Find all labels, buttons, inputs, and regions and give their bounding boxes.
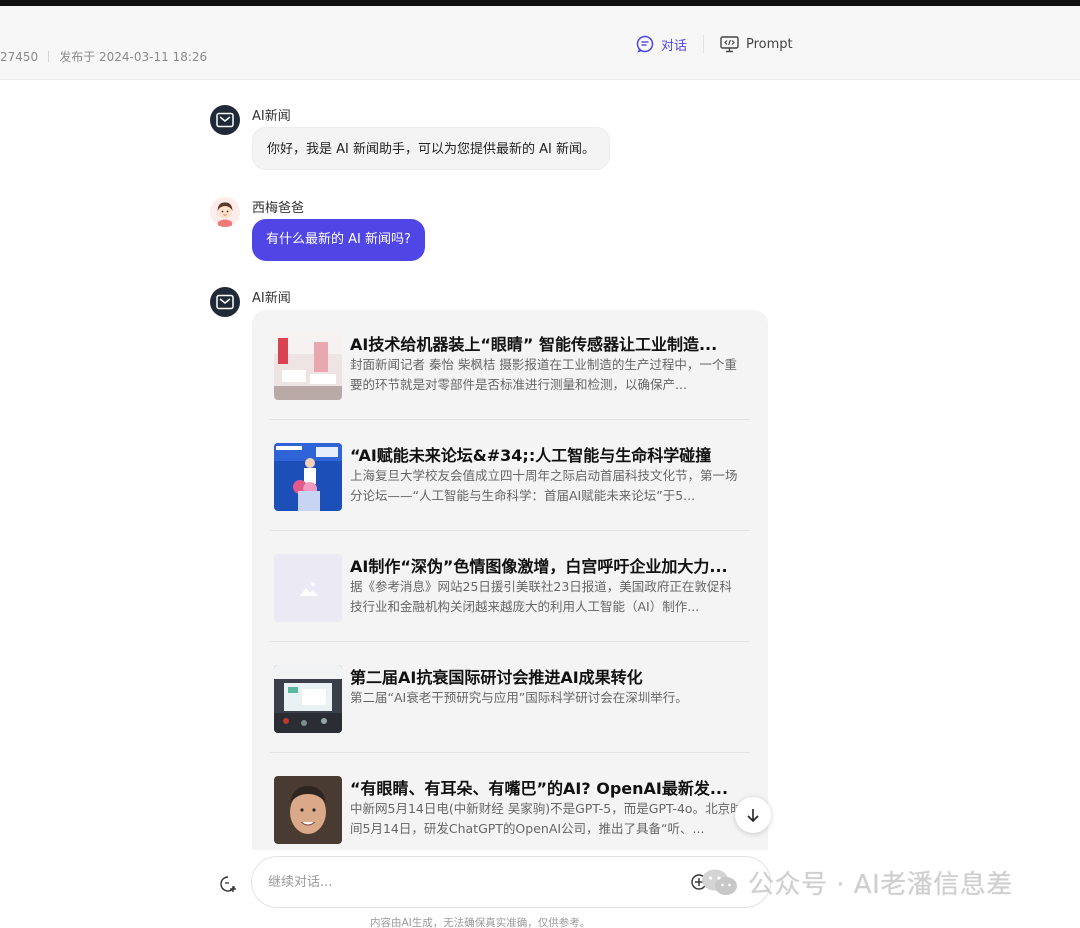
tab-prompt-label: Prompt [746, 36, 793, 52]
news-description: 第二届“AI衰老干预研究与应用”国际科学研讨会在深圳举行。 [350, 690, 688, 705]
person-photo-image [274, 776, 342, 844]
view-tabs: 对话 Prompt [636, 34, 793, 54]
new-chat-icon [220, 876, 236, 892]
chat-icon [636, 35, 654, 53]
watermark: 公众号 · AI老潘信息差 [700, 864, 1013, 901]
post-meta: 27450 发布于 2024-03-11 18:26 [0, 48, 207, 65]
tab-chat[interactable]: 对话 [636, 34, 687, 54]
conference-photo-image [274, 665, 342, 733]
user-avatar [210, 197, 240, 227]
news-title[interactable]: “有眼睛、有耳朵、有嘴巴”的AI? OpenAI最新发... [350, 775, 748, 799]
news-thumbnail [274, 332, 342, 400]
news-thumbnail [274, 776, 342, 844]
news-bot-icon [216, 112, 234, 128]
news-item[interactable]: “AI赋能未来论坛&#34;:人工智能与生命科学碰撞 上海复旦大学校友会值成立四… [270, 421, 750, 531]
news-title[interactable]: 第二届AI抗衰国际研讨会推进AI成果转化 [350, 664, 748, 688]
news-item[interactable]: “有眼睛、有耳朵、有嘴巴”的AI? OpenAI最新发... 中新网5月14日电… [270, 754, 750, 850]
bot-avatar [210, 105, 240, 135]
watermark-text: 公众号 · AI老潘信息差 [748, 870, 1013, 900]
news-thumbnail-placeholder [274, 554, 342, 622]
lab-photo-image [274, 332, 342, 400]
news-thumbnail [274, 443, 342, 511]
chat-input[interactable] [268, 857, 668, 907]
image-placeholder-icon [274, 554, 342, 622]
news-title[interactable]: “AI赋能未来论坛&#34;:人工智能与生命科学碰撞 [350, 442, 748, 466]
header-bar: 27450 发布于 2024-03-11 18:26 对话 Prompt [0, 6, 1080, 80]
sender-name: 西梅爸爸 [252, 201, 305, 216]
prompt-icon [720, 35, 739, 52]
news-item[interactable]: AI技术给机器装上“眼睛” 智能传感器让工业制造... 封面新闻记者 秦怡 柴枫… [270, 310, 750, 420]
scroll-to-bottom-button[interactable] [735, 797, 771, 833]
news-bot-icon [216, 294, 234, 310]
bot-avatar [210, 287, 240, 317]
news-description: 上海复旦大学校友会值成立四十周年之际启动首届科技文化节，第一场分论坛——“人工智… [350, 468, 738, 503]
sender-name: AI新闻 [252, 291, 291, 306]
tab-divider [703, 35, 705, 53]
wechat-icon [702, 869, 737, 895]
ai-disclaimer: 内容由AI生成，无法确保真实准确，仅供参考。 [370, 917, 591, 928]
sender-name: AI新闻 [252, 109, 291, 124]
forum-photo-image [274, 443, 342, 511]
news-item[interactable]: AI制作“深伪”色情图像激增，白宫呼吁企业加大力... 据《参考消息》网站25日… [270, 532, 750, 642]
news-item[interactable]: 第二届AI抗衰国际研讨会推进AI成果转化 第二届“AI衰老干预研究与应用”国际科… [270, 643, 750, 753]
publish-date: 发布于 2024-03-11 18:26 [59, 50, 208, 64]
news-card: AI技术给机器装上“眼睛” 智能传感器让工业制造... 封面新闻记者 秦怡 柴枫… [252, 310, 768, 850]
user-avatar-icon [210, 197, 240, 227]
meta-divider [48, 51, 50, 62]
tab-prompt[interactable]: Prompt [720, 34, 793, 54]
news-description: 中新网5月14日电(中新财经 吴家驹)不是GPT-5，而是GPT-4o。北京时间… [350, 801, 743, 836]
news-title[interactable]: AI制作“深伪”色情图像激增，白宫呼吁企业加大力... [350, 553, 748, 577]
news-thumbnail [274, 665, 342, 733]
tab-chat-label: 对话 [661, 38, 688, 54]
news-description: 据《参考消息》网站25日援引美联社23日报道，美国政府正在敦促科技行业和金融机构… [350, 579, 732, 614]
bot-message-bubble: 你好，我是 AI 新闻助手，可以为您提供最新的 AI 新闻。 [252, 127, 610, 170]
arrow-down-icon [747, 809, 759, 823]
chat-input-container [251, 856, 771, 908]
post-id: 27450 [0, 49, 39, 64]
new-chat-button[interactable] [218, 874, 238, 894]
news-description: 封面新闻记者 秦怡 柴枫桔 摄影报道在工业制造的生产过程中，一个重要的环节就是对… [350, 357, 737, 392]
user-message-bubble: 有什么最新的 AI 新闻吗? [252, 219, 425, 261]
news-title[interactable]: AI技术给机器装上“眼睛” 智能传感器让工业制造... [350, 331, 748, 355]
